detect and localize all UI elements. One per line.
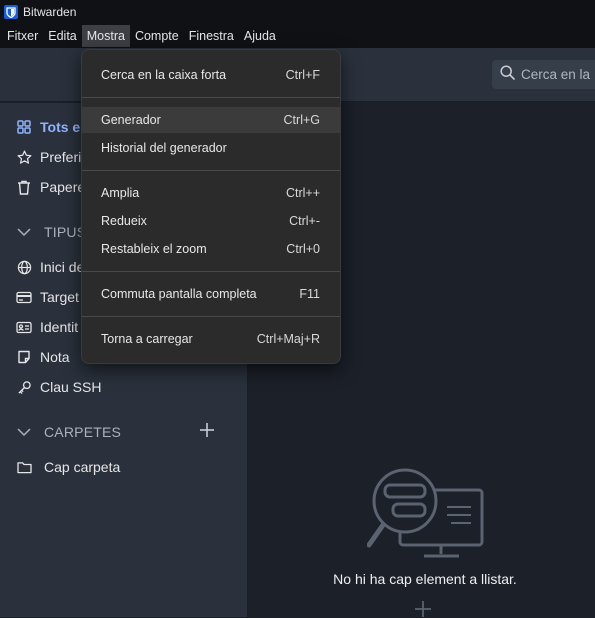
menu-item-label: Torna a carregar bbox=[101, 332, 193, 346]
section-folders-header: CARPETES bbox=[44, 424, 122, 440]
add-item-icon[interactable] bbox=[414, 600, 432, 618]
card-icon bbox=[16, 289, 32, 305]
menu-mostra[interactable]: Mostra bbox=[81, 25, 130, 47]
folder-icon bbox=[16, 459, 32, 475]
globe-icon bbox=[16, 259, 32, 275]
trash-icon bbox=[16, 179, 32, 195]
add-folder-button[interactable] bbox=[196, 421, 218, 443]
menu-item-shortcut: Ctrl+F bbox=[285, 68, 320, 82]
sidebar-item-favorites[interactable]: Preferi bbox=[16, 147, 81, 167]
empty-state-message: No hi ha cap element a llistar. bbox=[333, 571, 517, 587]
chevron-down-icon bbox=[16, 224, 32, 240]
sidebar-item-card[interactable]: Target bbox=[16, 287, 79, 307]
sidebar-item-label: Identit bbox=[40, 319, 79, 335]
sidebar-item-no-folder[interactable]: Cap carpeta bbox=[16, 457, 120, 477]
section-folders-toggle[interactable]: CARPETES bbox=[16, 422, 121, 442]
search-box[interactable] bbox=[492, 60, 595, 89]
menu-separator bbox=[82, 170, 340, 171]
menu-separator bbox=[82, 271, 340, 272]
menu-item-shortcut: F11 bbox=[299, 287, 320, 301]
star-icon bbox=[16, 149, 32, 165]
sidebar-item-label: Cap carpeta bbox=[44, 459, 121, 475]
section-types-header: TIPUS bbox=[44, 224, 87, 240]
menu-fitxer[interactable]: Fitxer bbox=[2, 25, 43, 47]
menu-edita[interactable]: Edita bbox=[43, 25, 82, 47]
menu-item-generator-history[interactable]: Historial del generador bbox=[82, 135, 340, 161]
sidebar-item-label: Target bbox=[40, 289, 79, 305]
menu-item-shortcut: Ctrl+G bbox=[283, 113, 320, 127]
menu-item-label: Cerca en la caixa forta bbox=[101, 68, 227, 82]
menu-item-label: Amplia bbox=[101, 186, 140, 200]
menu-item-label: Restableix el zoom bbox=[101, 242, 207, 256]
menu-item-label: Historial del generador bbox=[101, 141, 227, 155]
view-menu-dropdown: Cerca en la caixa forta Ctrl+F Generador… bbox=[81, 49, 341, 364]
menu-item-label: Generador bbox=[101, 113, 161, 127]
sidebar-item-login[interactable]: Inici de bbox=[16, 257, 84, 277]
grid-icon bbox=[16, 119, 32, 135]
sidebar-item-ssh-key[interactable]: Clau SSH bbox=[16, 377, 101, 397]
window-title: Bitwarden bbox=[23, 5, 77, 19]
note-icon bbox=[16, 349, 32, 365]
menu-finestra[interactable]: Finestra bbox=[184, 25, 239, 47]
menu-item-reset-zoom[interactable]: Restableix el zoom Ctrl+0 bbox=[82, 236, 340, 262]
menu-item-reload[interactable]: Torna a carregar Ctrl+Maj+R bbox=[82, 326, 340, 352]
menu-separator bbox=[82, 97, 340, 98]
menu-item-generator[interactable]: Generador Ctrl+G bbox=[82, 107, 340, 133]
sidebar-item-label: Preferi bbox=[40, 149, 82, 165]
sidebar-item-label: Papere bbox=[40, 179, 86, 195]
section-types-toggle[interactable]: TIPUS bbox=[16, 222, 86, 242]
menu-item-shortcut: Ctrl+Maj+R bbox=[256, 332, 320, 346]
plus-icon bbox=[199, 422, 215, 443]
search-input[interactable] bbox=[521, 67, 595, 82]
menu-item-zoom-in[interactable]: Amplia Ctrl++ bbox=[82, 180, 340, 206]
menu-item-label: Commuta pantalla completa bbox=[101, 287, 257, 301]
sidebar-item-note[interactable]: Nota bbox=[16, 347, 70, 367]
sidebar-item-label: Clau SSH bbox=[40, 379, 102, 395]
menu-item-shortcut: Ctrl+0 bbox=[286, 242, 320, 256]
menu-ajuda[interactable]: Ajuda bbox=[239, 25, 281, 47]
sidebar-item-all-items[interactable]: Tots el bbox=[16, 117, 84, 137]
menu-item-toggle-fullscreen[interactable]: Commuta pantalla completa F11 bbox=[82, 281, 340, 307]
chevron-down-icon bbox=[16, 424, 32, 440]
title-bar: Bitwarden bbox=[0, 0, 595, 24]
menu-separator bbox=[82, 316, 340, 317]
id-card-icon bbox=[16, 319, 32, 335]
search-icon bbox=[500, 64, 515, 85]
menu-bar: Fitxer Edita Mostra Compte Finestra Ajud… bbox=[0, 24, 595, 48]
sidebar-item-trash[interactable]: Papere bbox=[16, 177, 85, 197]
menu-item-shortcut: Ctrl++ bbox=[285, 186, 320, 200]
menu-item-search-vault[interactable]: Cerca en la caixa forta Ctrl+F bbox=[82, 62, 340, 88]
sidebar-item-label: Tots el bbox=[40, 119, 85, 135]
no-results-illustration-icon bbox=[367, 468, 484, 558]
key-icon bbox=[16, 379, 32, 395]
menu-item-zoom-out[interactable]: Redueix Ctrl+- bbox=[82, 208, 340, 234]
menu-item-label: Redueix bbox=[101, 214, 147, 228]
sidebar-item-label: Inici de bbox=[40, 259, 85, 275]
sidebar-item-label: Nota bbox=[40, 349, 70, 365]
sidebar-item-identity[interactable]: Identit bbox=[16, 317, 78, 337]
bitwarden-logo-icon bbox=[4, 5, 18, 19]
menu-item-shortcut: Ctrl+- bbox=[289, 214, 320, 228]
menu-compte[interactable]: Compte bbox=[130, 25, 184, 47]
